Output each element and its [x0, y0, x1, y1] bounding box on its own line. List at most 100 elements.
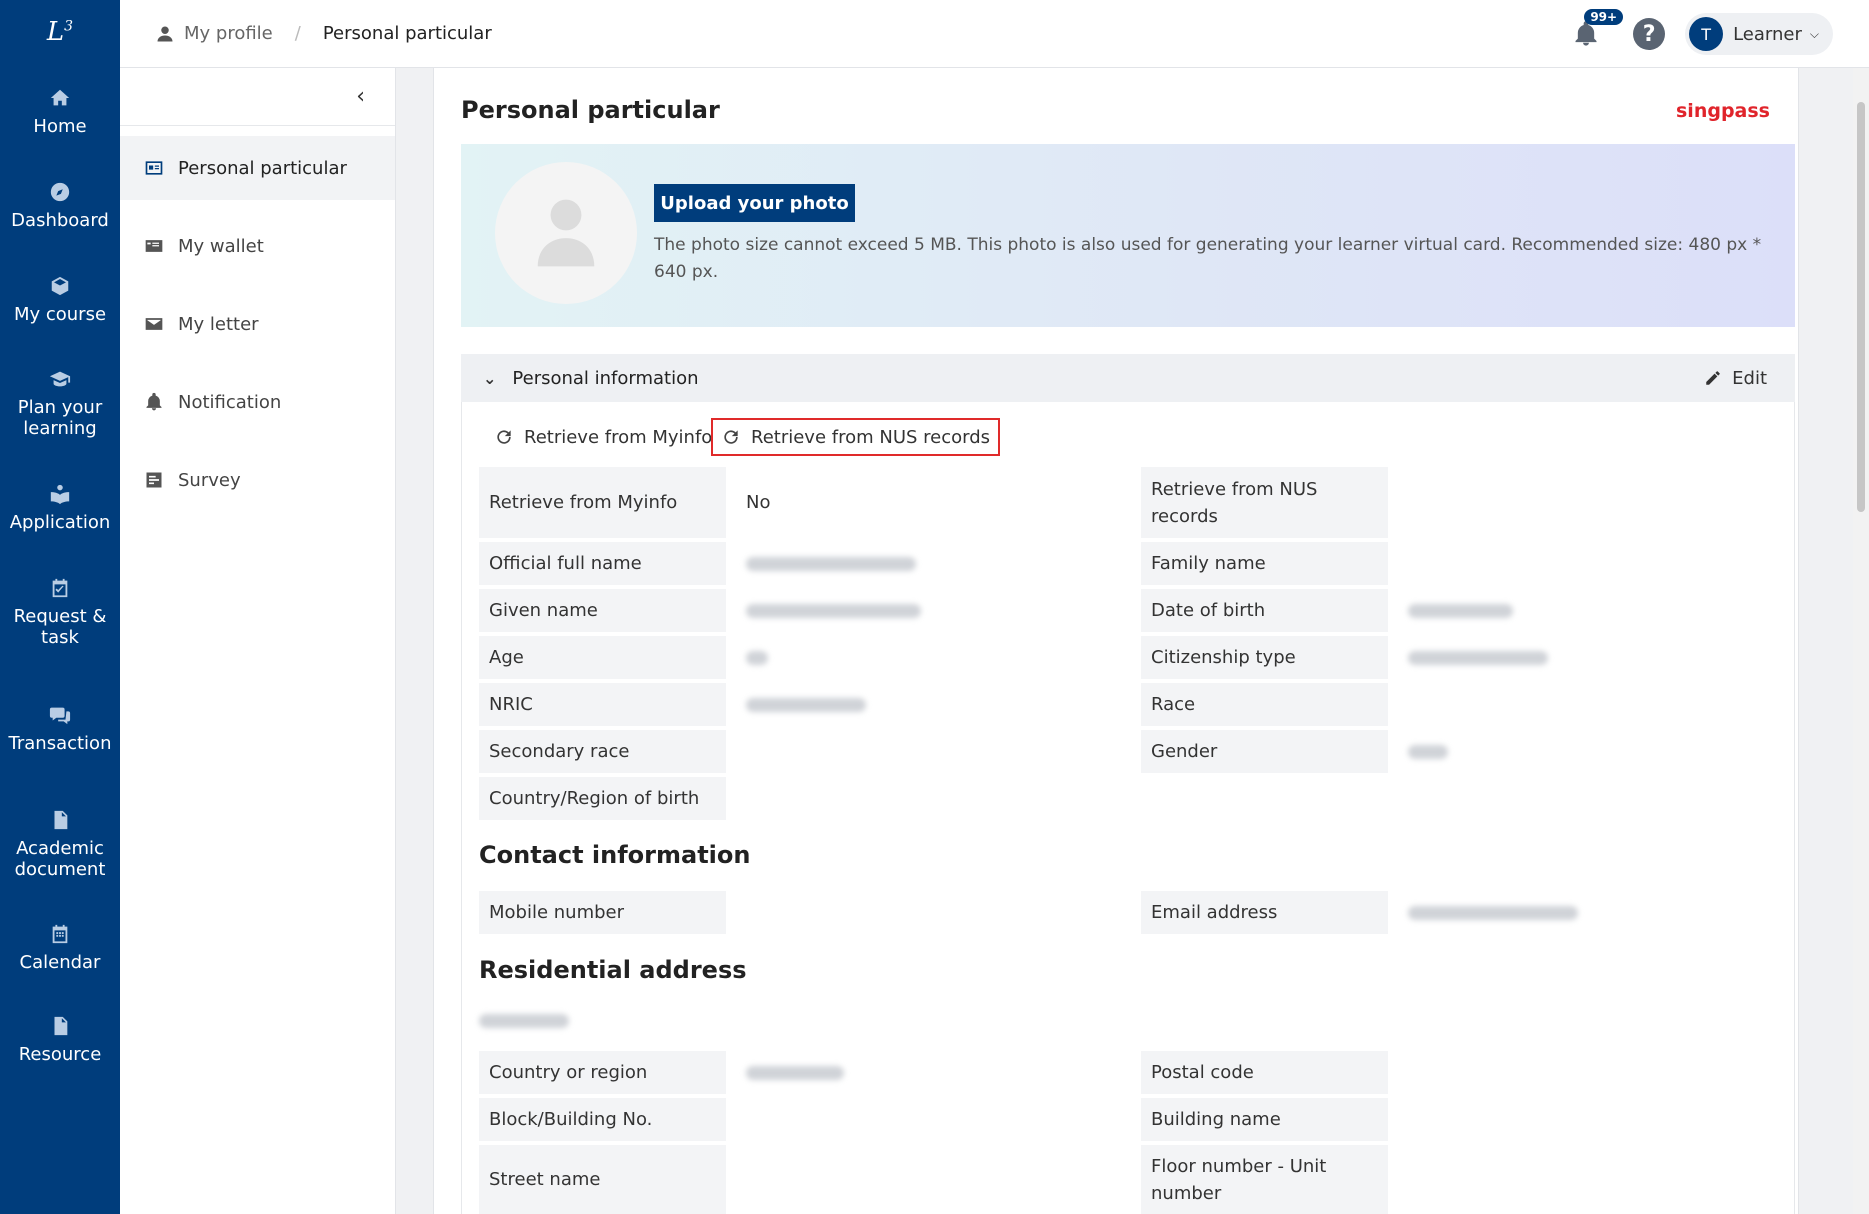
- retrieve-myinfo-button[interactable]: Retrieve from Myinfo: [486, 418, 720, 456]
- field-label-country-of-birth: Country/Region of birth: [479, 777, 726, 820]
- field-label-building-name: Building name: [1141, 1098, 1388, 1141]
- home-icon: [48, 86, 72, 110]
- field-label-citizenship-type: Citizenship type: [1141, 636, 1388, 679]
- nav-calendar[interactable]: Calendar: [0, 902, 120, 992]
- pencil-icon: [1706, 371, 1720, 385]
- submenu-notification[interactable]: Notification: [120, 370, 395, 434]
- nav-application[interactable]: Application: [0, 460, 120, 554]
- left-navigation: L3 Home Dashboard My course Plan your le…: [0, 0, 120, 1214]
- retrieve-nus-records-button[interactable]: Retrieve from NUS records: [711, 418, 1001, 456]
- field-label-country-or-region: Country or region: [479, 1051, 726, 1094]
- nav-my-course[interactable]: My course: [0, 252, 120, 346]
- id-card-icon: [145, 161, 163, 175]
- nav-dashboard-label: Dashboard: [11, 209, 109, 231]
- refresh-icon: [497, 430, 511, 444]
- retrieve-myinfo-label: Retrieve from Myinfo: [524, 426, 713, 448]
- nav-resource-label: Resource: [18, 1043, 102, 1065]
- nav-home[interactable]: Home: [0, 64, 120, 158]
- notification-count-badge: 99+: [1584, 9, 1624, 25]
- field-value-email-address: [1408, 891, 1578, 934]
- money-chat-icon: [48, 703, 72, 727]
- nav-request-task-label: Request & task: [13, 606, 107, 648]
- nav-application-label: Application: [9, 511, 111, 533]
- app-logo[interactable]: L3: [0, 0, 120, 64]
- field-value-date-of-birth: [1408, 589, 1513, 632]
- submenu-survey[interactable]: Survey: [120, 448, 395, 512]
- submenu-label: Personal particular: [178, 157, 347, 179]
- submenu-personal-particular[interactable]: Personal particular: [120, 136, 395, 200]
- field-label-nric: NRIC: [479, 683, 726, 726]
- field-label-retrieve-myinfo: Retrieve from Myinfo: [479, 467, 726, 538]
- breadcrumb-current: Personal particular: [322, 23, 492, 44]
- field-label-date-of-birth: Date of birth: [1141, 589, 1388, 632]
- personal-information-header[interactable]: ⌄ Personal information Edit: [461, 354, 1795, 402]
- nav-academic-document[interactable]: Academic document: [0, 786, 120, 902]
- field-label-postal-code: Postal code: [1141, 1051, 1388, 1094]
- edit-button[interactable]: Edit: [1704, 368, 1767, 389]
- photo-size-note: The photo size cannot exceed 5 MB. This …: [654, 235, 1762, 282]
- field-value-citizenship-type: [1408, 636, 1548, 679]
- collapse-submenu-button[interactable]: ‹: [120, 68, 395, 126]
- nav-plan-your-learning[interactable]: Plan your learning: [0, 346, 120, 460]
- field-label-age: Age: [479, 636, 726, 679]
- reader-icon: [48, 482, 72, 506]
- nav-resource[interactable]: Resource: [0, 992, 120, 1086]
- field-label-block-building-no: Block/Building No.: [479, 1098, 726, 1141]
- field-label-official-full-name: Official full name: [479, 542, 726, 585]
- photo-upload-panel: Upload your photo The photo size cannot …: [461, 144, 1795, 327]
- residential-address-title: Residential address: [479, 956, 747, 984]
- calendar-check-icon: [48, 576, 72, 600]
- calendar-icon: [48, 922, 72, 946]
- user-silhouette-icon: [537, 199, 595, 267]
- submenu-my-wallet[interactable]: My wallet: [120, 214, 395, 278]
- submenu-my-letter[interactable]: My letter: [120, 292, 395, 356]
- field-value-age: [746, 636, 768, 679]
- upload-photo-button[interactable]: Upload your photo: [654, 184, 855, 222]
- field-label-street-name: Street name: [479, 1145, 726, 1214]
- user-menu[interactable]: T Learner ⌵: [1685, 13, 1833, 55]
- field-label-family-name: Family name: [1141, 542, 1388, 585]
- nav-dashboard[interactable]: Dashboard: [0, 158, 120, 252]
- breadcrumb-separator: /: [294, 23, 301, 44]
- profile-photo-placeholder: [495, 162, 637, 304]
- nav-calendar-label: Calendar: [19, 951, 101, 973]
- bell-icon: [146, 392, 162, 411]
- nav-transaction[interactable]: Transaction: [0, 670, 120, 786]
- page-title: Personal particular: [461, 96, 720, 124]
- edit-label: Edit: [1732, 367, 1767, 389]
- nav-my-course-label: My course: [13, 303, 107, 325]
- pdf-file-icon: [48, 808, 72, 832]
- user-role-label: Learner: [1733, 23, 1802, 45]
- header-actions: 99+ ? T Learner ⌵: [1569, 0, 1833, 68]
- file-icon: [48, 1014, 72, 1038]
- field-value-gender: [1408, 730, 1448, 773]
- notification-button[interactable]: 99+: [1569, 9, 1624, 51]
- breadcrumb-my-profile-label: My profile: [184, 23, 273, 44]
- chevron-down-icon[interactable]: ⌄: [483, 369, 496, 388]
- field-label-retrieve-nus: Retrieve from NUS records: [1141, 467, 1388, 538]
- help-button[interactable]: ?: [1633, 18, 1666, 50]
- profile-submenu: ‹ Personal particular My wallet My lette…: [120, 68, 396, 1214]
- field-label-gender: Gender: [1141, 730, 1388, 773]
- breadcrumb-my-profile[interactable]: My profile: [156, 23, 273, 44]
- field-label-floor-unit-number: Floor number - Unit number: [1141, 1145, 1388, 1214]
- address-type-value: [479, 1006, 569, 1036]
- nav-home-label: Home: [33, 115, 87, 137]
- page-scrollbar[interactable]: [1853, 68, 1869, 1214]
- main-content: Personal particular singpass Upload your…: [433, 68, 1799, 1214]
- nav-request-task[interactable]: Request & task: [0, 554, 120, 670]
- compass-icon: [48, 180, 72, 204]
- field-label-email-address: Email address: [1141, 891, 1388, 934]
- field-label-secondary-race: Secondary race: [479, 730, 726, 773]
- cube-icon: [48, 274, 72, 298]
- scrollbar-thumb[interactable]: [1857, 102, 1865, 512]
- submenu-label: Survey: [178, 469, 241, 491]
- survey-icon: [146, 472, 162, 488]
- user-icon: [157, 26, 173, 41]
- nav-plan-your-learning-label: Plan your learning: [17, 397, 103, 439]
- submenu-label: Notification: [178, 391, 282, 413]
- nav-academic-document-label: Academic document: [14, 838, 106, 880]
- envelope-icon: [145, 318, 163, 330]
- breadcrumb: My profile / Personal particular: [156, 23, 492, 44]
- submenu-label: My letter: [178, 313, 259, 335]
